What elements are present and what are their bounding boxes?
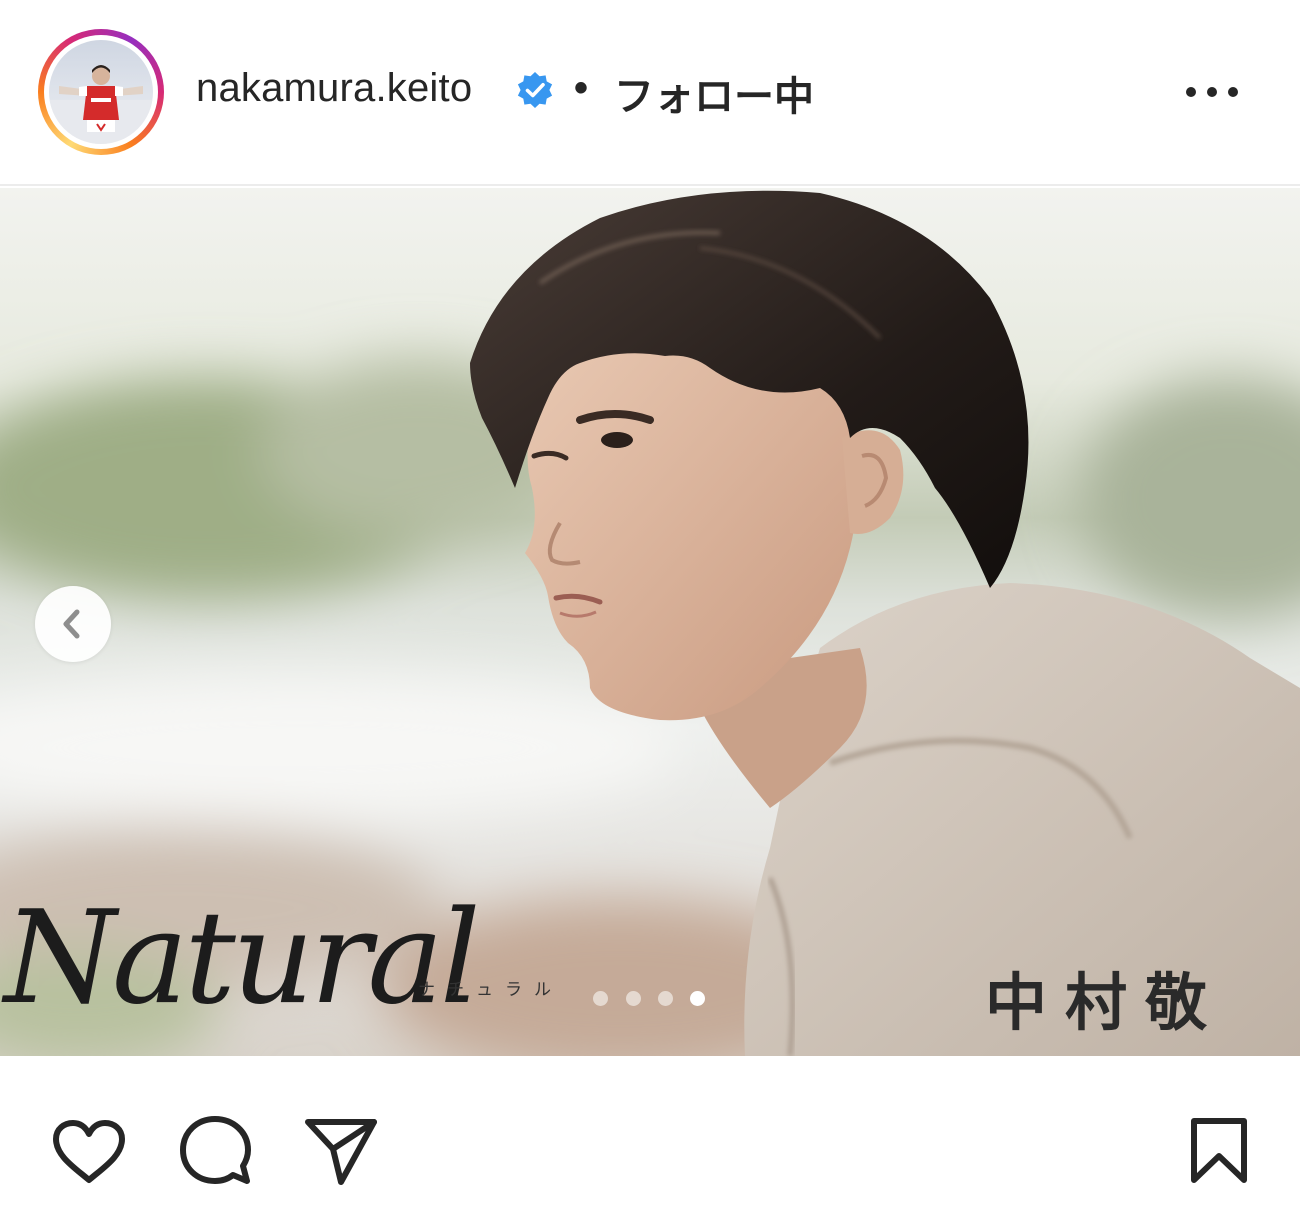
comment-icon[interactable] bbox=[178, 1114, 252, 1188]
action-bar bbox=[0, 1056, 1300, 1218]
post-image[interactable]: Natural ナチュラル 中村敬斗 bbox=[0, 188, 1300, 1056]
carousel-dot bbox=[658, 991, 673, 1006]
username[interactable]: nakamura.keito bbox=[196, 66, 472, 111]
carousel-dot-active bbox=[690, 991, 705, 1006]
overlay-title: Natural bbox=[4, 884, 481, 1033]
bookmark-icon[interactable] bbox=[1188, 1116, 1250, 1186]
avatar-image bbox=[49, 40, 153, 144]
avatar[interactable] bbox=[49, 40, 153, 144]
carousel-prev-button[interactable] bbox=[35, 586, 111, 662]
heart-icon[interactable] bbox=[50, 1118, 128, 1186]
chevron-left-icon bbox=[63, 609, 80, 639]
post-header: nakamura.keito • フォロー中 bbox=[0, 0, 1300, 186]
carousel-dot bbox=[593, 991, 608, 1006]
more-options-icon[interactable] bbox=[1180, 72, 1244, 112]
carousel-dot bbox=[626, 991, 641, 1006]
story-ring[interactable] bbox=[38, 29, 164, 155]
paper-plane-icon[interactable] bbox=[303, 1114, 379, 1186]
separator-dot: • bbox=[574, 66, 589, 110]
verified-badge-icon bbox=[517, 72, 553, 108]
following-button[interactable]: フォロー中 bbox=[614, 64, 814, 122]
overlay-name: 中村敬斗 bbox=[985, 966, 1226, 1039]
overlay-title-kana: ナチュラル bbox=[418, 980, 563, 1000]
